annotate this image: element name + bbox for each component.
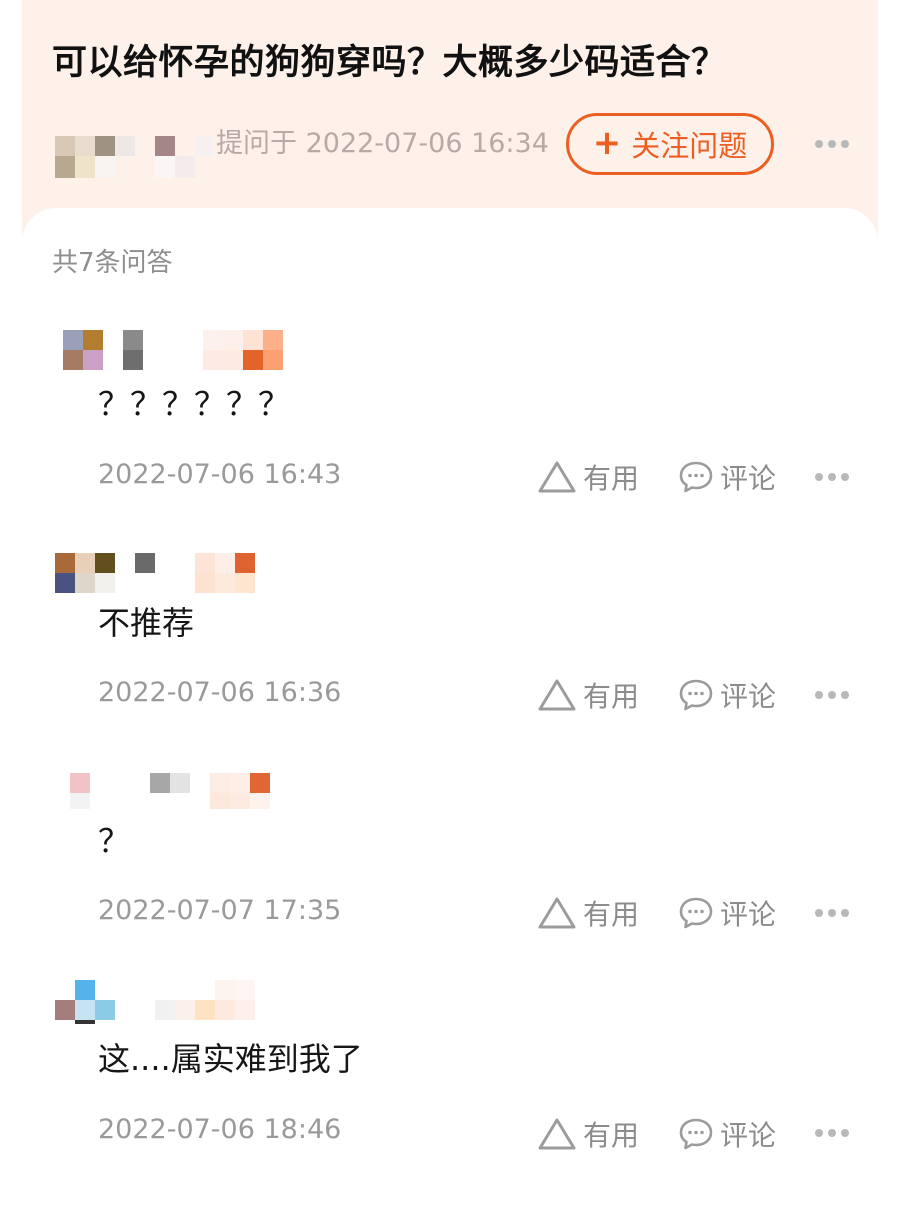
comment-button[interactable]: 评论 (678, 457, 776, 497)
answer-text: 这....属实难到我了 (98, 1040, 363, 1078)
answer-text: 不推荐 (98, 604, 195, 642)
question-title: 可以给怀孕的狗狗穿吗？大概多少码适合？ (52, 43, 727, 83)
speech-bubble-icon (679, 461, 713, 493)
useful-label: 有用 (583, 462, 640, 495)
answer-more-icon[interactable] (815, 473, 851, 483)
answer-user-avatar[interactable] (55, 330, 285, 374)
comment-button[interactable]: 评论 (678, 893, 776, 933)
comment-label: 评论 (720, 680, 777, 713)
answer-time: 2022-07-06 16:36 (98, 677, 342, 708)
comment-button[interactable]: 评论 (678, 675, 776, 715)
speech-bubble-icon (679, 679, 713, 711)
asker-avatar[interactable] (55, 136, 215, 180)
useful-label: 有用 (583, 898, 640, 931)
speech-bubble-icon (679, 897, 713, 929)
follow-question-label: 关注问题 (631, 129, 748, 163)
answer-more-icon[interactable] (815, 691, 851, 701)
comment-button[interactable]: 评论 (678, 1114, 776, 1154)
triangle-outline-icon (538, 1118, 576, 1150)
useful-button[interactable]: 有用 (537, 675, 639, 715)
answer-more-icon[interactable] (815, 1129, 851, 1139)
answers-count: 共7条问答 (52, 248, 173, 278)
useful-button[interactable]: 有用 (537, 1114, 639, 1154)
useful-label: 有用 (583, 1119, 640, 1152)
speech-bubble-icon (679, 1118, 713, 1150)
plus-icon: + (592, 122, 622, 163)
useful-button[interactable]: 有用 (537, 893, 639, 933)
comment-label: 评论 (720, 898, 777, 931)
answer-user-avatar[interactable] (55, 980, 285, 1024)
answer-user-avatar[interactable] (55, 553, 285, 597)
answer-time: 2022-07-07 17:35 (98, 895, 342, 926)
comment-label: 评论 (720, 462, 777, 495)
triangle-outline-icon (538, 679, 576, 711)
answer-time: 2022-07-06 18:46 (98, 1114, 342, 1145)
triangle-outline-icon (538, 461, 576, 493)
answer-text: ？？？？？？ (98, 385, 291, 423)
useful-label: 有用 (583, 680, 640, 713)
asked-timestamp: 提问于 2022-07-06 16:34 (216, 128, 549, 159)
answer-more-icon[interactable] (815, 909, 851, 919)
useful-button[interactable]: 有用 (537, 457, 639, 497)
question-more-icon[interactable] (815, 140, 851, 150)
follow-question-button[interactable]: + 关注问题 (566, 113, 774, 175)
comment-label: 评论 (720, 1119, 777, 1152)
answer-text: ？ (98, 822, 131, 860)
answer-user-avatar[interactable] (55, 773, 285, 817)
answer-time: 2022-07-06 16:43 (98, 459, 342, 490)
triangle-outline-icon (538, 897, 576, 929)
